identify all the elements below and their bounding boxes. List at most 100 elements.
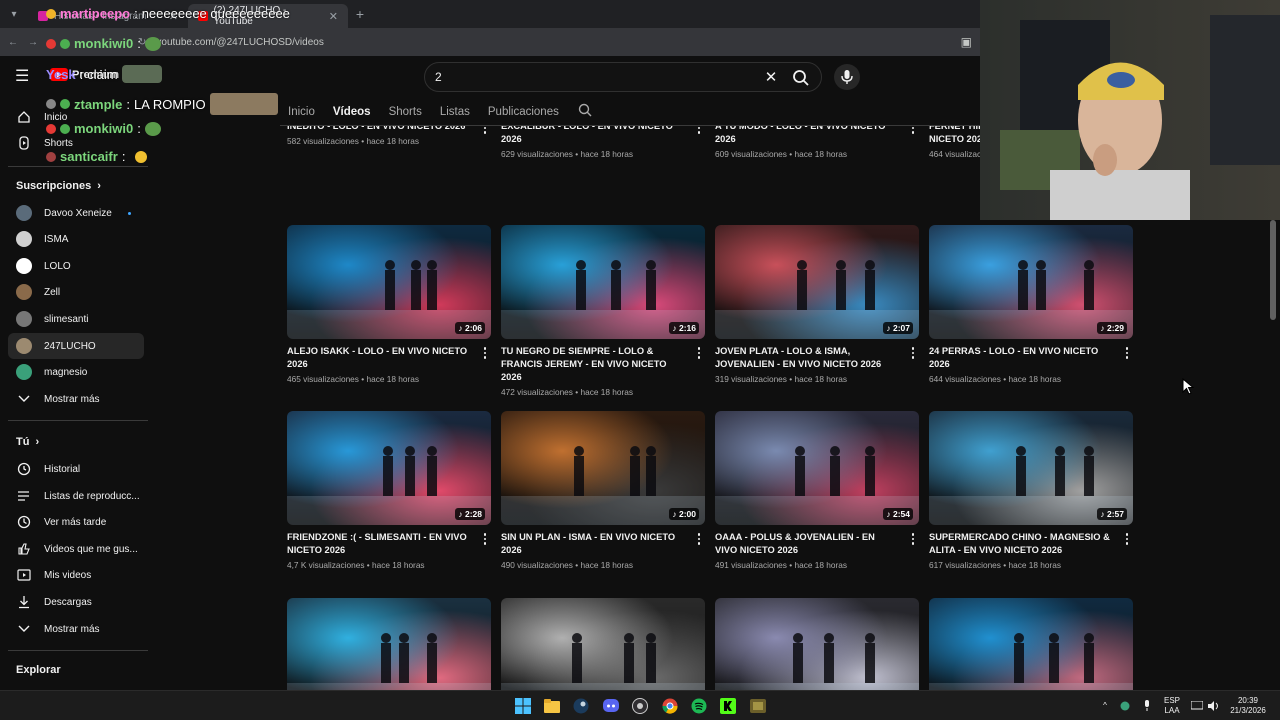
video-card[interactable]: ♪ 2:08INEDITO - LOLO - EN VIVO NICETO 20… [287, 126, 491, 146]
sidebar-sub-magnesio[interactable]: magnesio [8, 359, 144, 385]
tray-app-icon[interactable] [1118, 691, 1132, 720]
clear-search-icon[interactable]: ✕ [762, 68, 780, 86]
video-card[interactable]: ♪ 2:00 SIN UN PLAN - ISMA - EN VIVO NICET… [501, 411, 705, 570]
windows-start-icon[interactable] [513, 696, 533, 716]
you-heading[interactable]: Tú › [16, 436, 39, 448]
video-title[interactable]: INEDITO - LOLO - EN VIVO NICETO 2026 [287, 126, 491, 133]
back-icon[interactable]: ← [8, 37, 18, 48]
forward-icon[interactable]: → [28, 37, 38, 48]
clock[interactable]: 20:39 21/3/2026 [1226, 691, 1270, 720]
more-options-icon[interactable] [909, 532, 917, 546]
tab-listas[interactable]: Listas [440, 106, 470, 118]
sidebar-item-downloads[interactable]: Descargas [8, 589, 144, 615]
subscriptions-heading[interactable]: Suscripciones › [16, 180, 101, 192]
url-field[interactable]: youtube.com/@247LUCHOSD/videos [156, 37, 323, 48]
video-card[interactable] [287, 598, 491, 690]
video-thumbnail[interactable] [501, 598, 705, 690]
sidebar-sub-slimesanti[interactable]: slimesanti [8, 306, 144, 332]
app-icon[interactable] [748, 696, 768, 716]
tab-shorts[interactable]: Shorts [389, 106, 422, 118]
volume-icon[interactable] [1207, 691, 1221, 720]
page-scrollbar[interactable] [1270, 220, 1276, 320]
video-thumbnail[interactable]: ♪ 2:54 [715, 411, 919, 525]
video-card[interactable]: ♪ 2:29 24 PERRAS - LOLO - EN VIVO NICETO … [929, 225, 1133, 384]
sidebar-item-watch-later[interactable]: Ver más tarde [8, 509, 144, 535]
sidebar-item-historial[interactable]: Historial [8, 456, 144, 482]
video-card[interactable]: ♪ 2:57 SUPERMERCADO CHINO - MAGNESIO & AL… [929, 411, 1133, 570]
video-thumbnail[interactable] [287, 598, 491, 690]
video-title[interactable]: SIN UN PLAN - ISMA - EN VIVO NICETO 2026 [501, 531, 705, 557]
more-options-icon[interactable] [1123, 346, 1131, 360]
tab-inicio[interactable]: Inicio [288, 106, 315, 118]
sidebar-sub-zell[interactable]: Zell [8, 279, 144, 305]
spotify-icon[interactable] [689, 696, 709, 716]
more-options-icon[interactable] [909, 346, 917, 360]
hamburger-menu-icon[interactable]: ☰ [15, 68, 33, 86]
sidebar-sub-davoo[interactable]: Davoo Xeneize [8, 200, 144, 226]
close-tab-icon[interactable]: ✕ [329, 10, 338, 23]
video-card[interactable] [929, 598, 1133, 690]
video-thumbnail[interactable]: ♪ 2:06 [287, 225, 491, 339]
sidebar-you-show-more[interactable]: Mostrar más [8, 616, 144, 642]
more-options-icon[interactable] [1123, 532, 1131, 546]
sidebar-sub-lolo[interactable]: LOLO [8, 253, 144, 279]
tray-overflow-icon[interactable]: ^ [1098, 691, 1112, 720]
channel-search-icon[interactable] [577, 102, 593, 121]
video-card[interactable]: ♪ 4:08EXCALIBUR - LOLO - EN VIVO NICETO … [501, 126, 705, 159]
search-input[interactable] [435, 70, 755, 84]
more-options-icon[interactable] [481, 126, 489, 135]
tab-publicaciones[interactable]: Publicaciones [488, 106, 559, 118]
video-card[interactable]: ♪ 2:49A TU MODO - LOLO - EN VIVO NICETO … [715, 126, 919, 159]
video-card[interactable] [501, 598, 705, 690]
video-title[interactable]: TU NEGRO DE SIEMPRE - LOLO & FRANCIS JER… [501, 345, 705, 384]
search-button[interactable] [789, 66, 813, 90]
obs-icon[interactable] [630, 696, 650, 716]
video-thumbnail[interactable]: ♪ 2:57 [929, 411, 1133, 525]
language-indicator[interactable]: ESP LAA [1160, 691, 1184, 720]
video-thumbnail[interactable]: ♪ 2:29 [929, 225, 1133, 339]
video-thumbnail[interactable]: ♪ 2:07 [715, 225, 919, 339]
new-tab-button[interactable]: + [348, 6, 372, 22]
microphone-tray-icon[interactable] [1140, 691, 1154, 720]
video-card[interactable]: ♪ 2:07 JOVEN PLATA - LOLO & ISMA, JOVENAL… [715, 225, 919, 384]
video-card[interactable]: ♪ 2:06 ALEJO ISAKK - LOLO - EN VIVO NICET… [287, 225, 491, 384]
video-title[interactable]: JOVEN PLATA - LOLO & ISMA, JOVENALIEN - … [715, 345, 919, 371]
video-card[interactable]: ♪ 2:16 TU NEGRO DE SIEMPRE - LOLO & FRANC… [501, 225, 705, 397]
video-thumbnail[interactable]: ♪ 2:16 [501, 225, 705, 339]
video-title[interactable]: OAAA - POLUS & JOVENALIEN - EN VIVO NICE… [715, 531, 919, 557]
sidebar-item-playlists[interactable]: Listas de reproducc... [8, 483, 144, 509]
sidebar-show-more[interactable]: Mostrar más [8, 386, 144, 412]
more-options-icon[interactable] [695, 346, 703, 360]
video-title[interactable]: A TU MODO - LOLO - EN VIVO NICETO 2026 [715, 126, 919, 146]
video-thumbnail[interactable] [929, 598, 1133, 690]
file-explorer-icon[interactable] [542, 696, 562, 716]
video-title[interactable]: ALEJO ISAKK - LOLO - EN VIVO NICETO 2026 [287, 345, 491, 371]
video-thumbnail[interactable]: ♪ 2:00 [501, 411, 705, 525]
video-thumbnail[interactable] [715, 598, 919, 690]
video-card[interactable] [715, 598, 919, 690]
cast-icon[interactable]: ▣ [961, 35, 972, 49]
more-options-icon[interactable] [909, 126, 917, 135]
video-title[interactable]: SUPERMERCADO CHINO - MAGNESIO & ALITA - … [929, 531, 1133, 557]
sidebar-item-liked[interactable]: Videos que me gus... [8, 536, 144, 562]
discord-icon[interactable] [601, 696, 621, 716]
video-thumbnail[interactable]: ♪ 2:28 [287, 411, 491, 525]
steam-icon[interactable] [571, 696, 591, 716]
more-options-icon[interactable] [481, 346, 489, 360]
more-options-icon[interactable] [481, 532, 489, 546]
more-options-icon[interactable] [695, 126, 703, 135]
video-card[interactable]: ♪ 2:28 FRIENDZONE :( - SLIMESANTI - EN VI… [287, 411, 491, 570]
more-options-icon[interactable] [695, 532, 703, 546]
video-title[interactable]: FRIENDZONE :( - SLIMESANTI - EN VIVO NIC… [287, 531, 491, 557]
video-title[interactable]: EXCALIBUR - LOLO - EN VIVO NICETO 2026 [501, 126, 705, 146]
tab-videos[interactable]: Vídeos [333, 106, 371, 118]
video-card[interactable]: ♪ 2:54 OAAA - POLUS & JOVENALIEN - EN VIV… [715, 411, 919, 570]
sidebar-sub-isma[interactable]: ISMA [8, 226, 144, 252]
kick-icon[interactable] [718, 696, 738, 716]
sidebar-sub-247lucho[interactable]: 247LUCHO [8, 333, 144, 359]
network-icon[interactable] [1190, 691, 1204, 720]
tab-search-chevron-icon[interactable]: ▾ [0, 0, 28, 28]
video-title[interactable]: 24 PERRAS - LOLO - EN VIVO NICETO 2026 [929, 345, 1133, 371]
chrome-icon[interactable] [660, 696, 680, 716]
voice-search-button[interactable] [834, 64, 860, 90]
